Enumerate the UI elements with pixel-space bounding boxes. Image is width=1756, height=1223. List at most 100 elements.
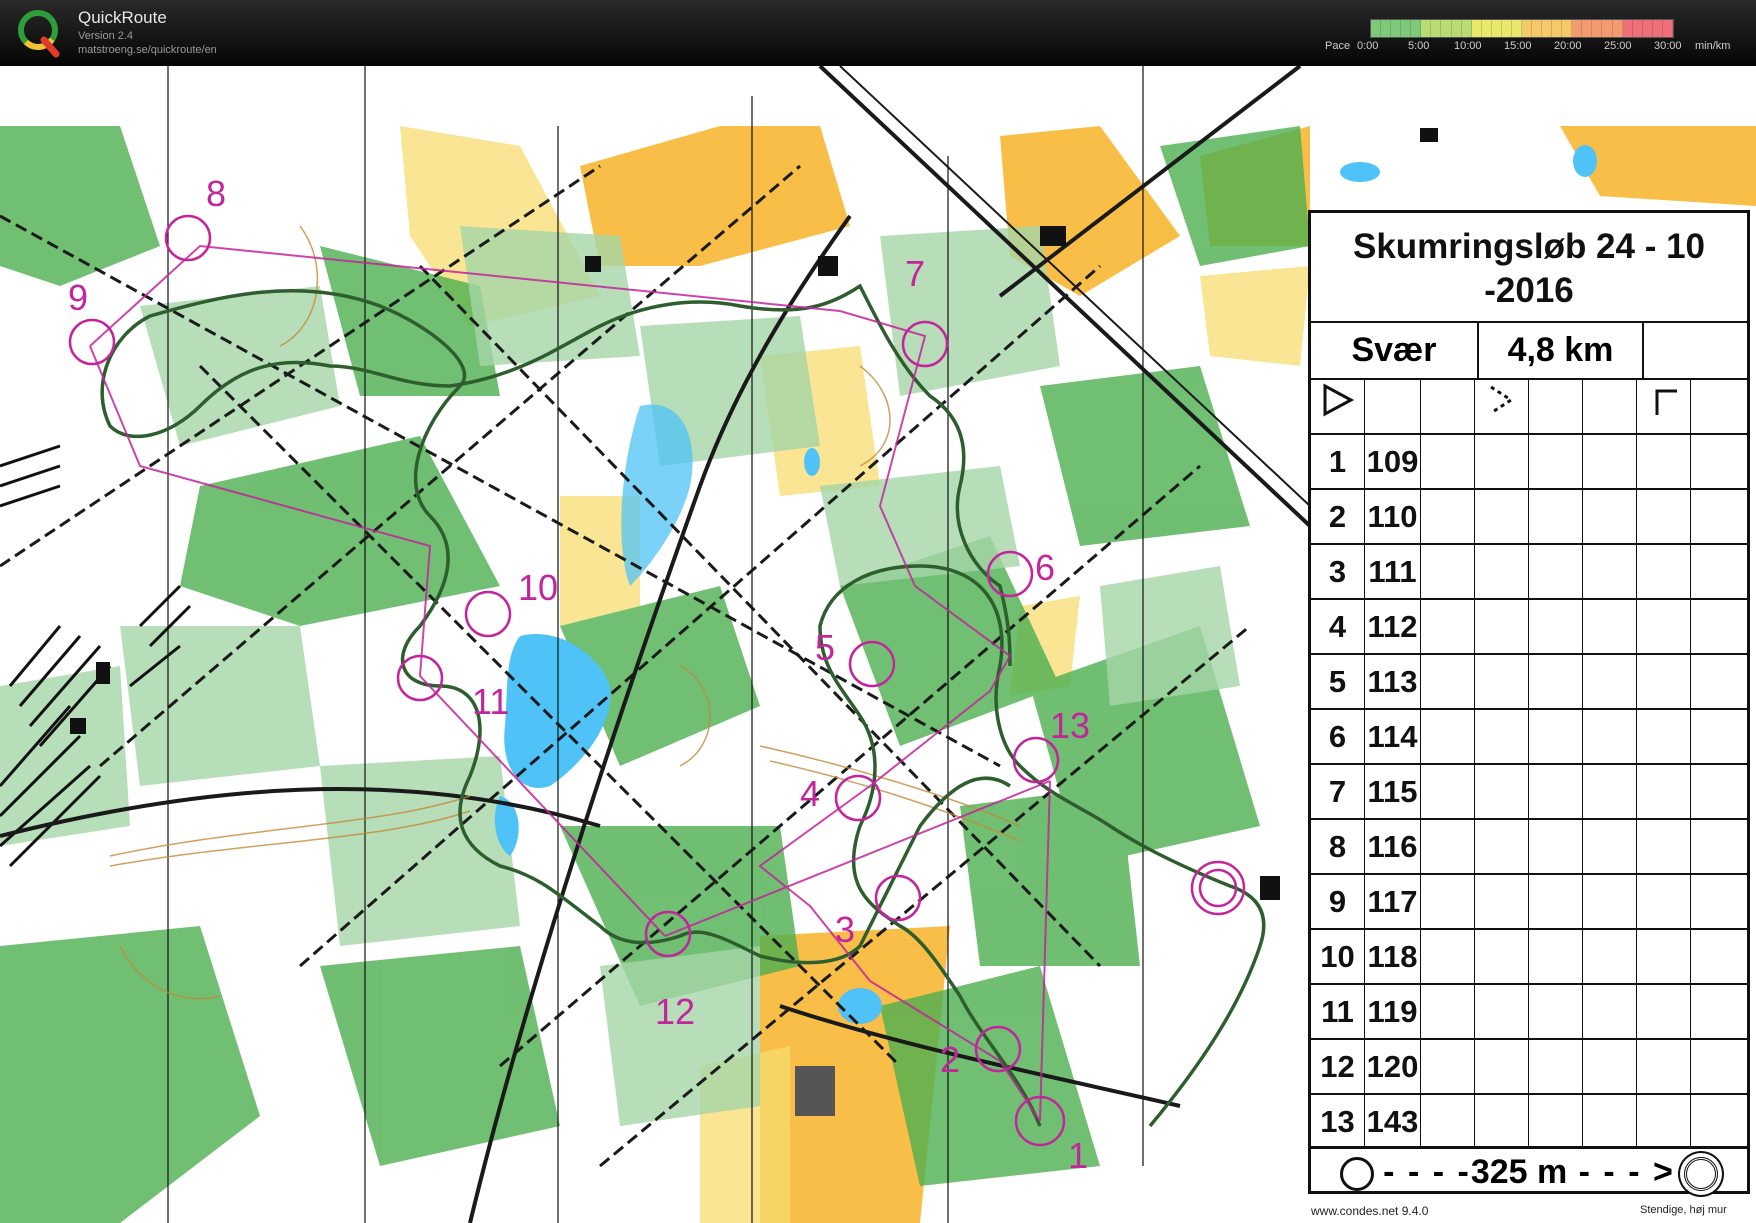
corner-symbol-icon [1637,380,1691,433]
description-cell [1421,820,1475,873]
control-row: 12 120 [1311,1038,1747,1093]
pace-color-segment [1481,20,1492,37]
description-cell [1583,600,1637,653]
pace-color-segment [1592,20,1603,37]
course-length: 4,8 km [1479,323,1644,378]
control-code: 117 [1365,875,1421,928]
control-code: 110 [1365,490,1421,543]
description-cell [1529,655,1583,708]
description-cell [1691,765,1747,818]
finish-distance-row: - - - -325 m - - - > [1311,1146,1747,1195]
pace-color-segment [1471,20,1482,37]
description-cell [1529,765,1583,818]
description-cell [1583,1040,1637,1093]
control-code: 120 [1365,1040,1421,1093]
description-cell [1637,1040,1691,1093]
control-number: 13 [1050,705,1090,746]
control-seq-number: 5 [1311,655,1365,708]
control-seq-number: 8 [1311,820,1365,873]
description-cell [1637,985,1691,1038]
description-cell [1475,435,1529,488]
event-title: Skumringsløb 24 - 10 -2016 [1311,213,1747,323]
description-cell [1691,1040,1747,1093]
description-cell [1583,930,1637,983]
description-cell [1529,545,1583,598]
description-cell [1691,875,1747,928]
control-seq-number: 3 [1311,545,1365,598]
description-cell [1691,710,1747,763]
description-cell [1583,710,1637,763]
description-cell [1529,985,1583,1038]
description-cell [1421,875,1475,928]
description-cell [1637,820,1691,873]
description-cell [1421,1095,1475,1148]
app-header: QuickRoute Version 2.4 matstroeng.se/qui… [0,0,1756,66]
pace-color-segment [1552,20,1563,37]
control-seq-number: 6 [1311,710,1365,763]
control-seq-number: 7 [1311,765,1365,818]
pace-color-segment [1431,20,1442,37]
pace-color-segment [1461,20,1472,37]
control-row: 6 114 [1311,708,1747,763]
description-cell [1691,490,1747,543]
control-description-sheet: Skumringsløb 24 - 10 -2016 Svær 4,8 km 1… [1308,210,1750,1194]
description-cell [1637,1095,1691,1148]
control-code: 111 [1365,545,1421,598]
description-cell [1475,600,1529,653]
description-cell [1637,490,1691,543]
pace-tick: 30:00 [1654,40,1682,52]
pace-color-segment [1652,20,1663,37]
description-cell [1583,820,1637,873]
finish-distance: 325 m [1470,1153,1568,1191]
pace-color-segment [1371,20,1382,37]
course-class: Svær [1311,323,1479,378]
pace-color-segment [1391,20,1402,37]
app-version: Version 2.4 [78,30,134,42]
pace-color-segment [1411,20,1422,37]
control-number: 3 [835,909,855,950]
control-row: 7 115 [1311,763,1747,818]
app-url[interactable]: matstroeng.se/quickroute/en [78,44,217,56]
description-cell [1475,490,1529,543]
pace-unit: min/km [1695,40,1731,52]
description-cell [1583,435,1637,488]
description-cell [1691,600,1747,653]
description-cell [1691,985,1747,1038]
description-cell [1529,600,1583,653]
pace-color-segment [1451,20,1462,37]
control-row: 8 116 [1311,818,1747,873]
pace-color-segment [1612,20,1623,37]
description-cell [1637,600,1691,653]
control-seq-number: 9 [1311,875,1365,928]
pace-color-segment [1562,20,1573,37]
control-row: 1 109 [1311,433,1747,488]
description-cell [1475,985,1529,1038]
software-credit: www.condes.net 9.4.0 [1311,1204,1429,1218]
description-cell [1583,490,1637,543]
description-cell [1529,1040,1583,1093]
pace-color-segment [1642,20,1653,37]
pace-tick: 5:00 [1408,40,1430,52]
control-number: 8 [206,173,226,214]
pace-color-segment [1572,20,1583,37]
control-number: 2 [940,1039,960,1080]
control-row: 5 113 [1311,653,1747,708]
control-number: 1 [1068,1135,1088,1176]
finish-start-circle-icon [1339,1157,1374,1192]
control-number: 12 [655,991,695,1032]
description-cell [1583,1095,1637,1148]
description-cell [1475,1095,1529,1148]
pace-color-segment [1401,20,1412,37]
description-cell [1583,545,1637,598]
app-title: QuickRoute [78,8,167,27]
description-cell [1529,875,1583,928]
control-row: 13 143 [1311,1093,1747,1148]
description-cell [1421,930,1475,983]
description-cell [1637,655,1691,708]
description-cell [1421,655,1475,708]
control-number: 7 [905,253,925,294]
pace-color-segment [1441,20,1452,37]
pace-color-bar [1370,19,1674,38]
control-code: 115 [1365,765,1421,818]
pace-tick: 20:00 [1554,40,1582,52]
